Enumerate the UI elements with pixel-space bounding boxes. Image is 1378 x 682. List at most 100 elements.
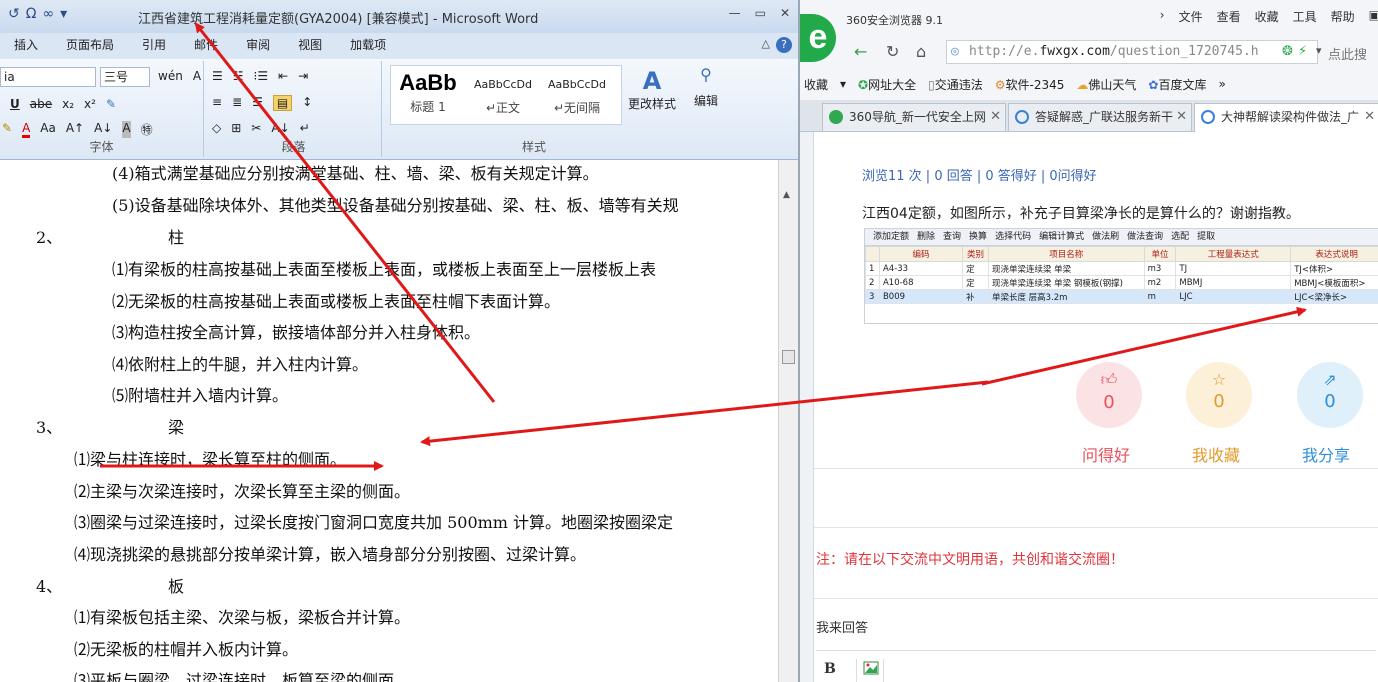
divider (814, 527, 1378, 528)
increase-indent-icon[interactable]: ⇥ (298, 69, 308, 83)
tab-references[interactable]: 引用 (128, 33, 180, 59)
chinese-layout-icon[interactable]: ✂ (251, 121, 261, 135)
refresh-icon[interactable]: ↻ (886, 42, 899, 61)
tab-360-nav[interactable]: 360导航_新一代安全上网 ✕ (822, 103, 1006, 131)
shrink-font-icon[interactable]: A↓ (94, 121, 112, 138)
bookmark-weather[interactable]: ☁佛山天气 (1076, 76, 1136, 93)
share-button[interactable]: ⇗ 0 (1297, 362, 1363, 428)
char-border-icon[interactable]: A (193, 69, 201, 83)
strikethrough-icon[interactable]: abe (30, 97, 52, 111)
subscript-icon[interactable]: x₂ (62, 97, 74, 111)
briefcase-icon[interactable]: ▣ (1369, 8, 1378, 25)
justify-icon[interactable]: ▤ (272, 95, 293, 111)
numbering-icon[interactable]: ☷ (233, 69, 244, 83)
enclose-char-icon[interactable]: ㊕ (141, 121, 153, 138)
tab-mailings[interactable]: 邮件 (180, 33, 232, 59)
font-size-select[interactable]: 三号 (100, 67, 150, 87)
menu-help[interactable]: 帮助 (1331, 8, 1355, 25)
line-spacing-icon[interactable]: ↕ (302, 95, 312, 111)
bookmark-dropdown-icon[interactable]: ▾ (840, 77, 846, 91)
style-heading1[interactable]: AaBb 标题 1 (395, 66, 461, 115)
help-icon[interactable]: ? (776, 37, 792, 53)
minimize-button[interactable]: — (729, 6, 741, 20)
menu-chevron-icon[interactable]: › (1160, 8, 1165, 25)
bookmark-traffic[interactable]: ▯交通违法 (928, 76, 983, 93)
font-name-select[interactable]: ia (0, 67, 96, 87)
scroll-up-icon[interactable]: ▲ (783, 190, 790, 200)
change-case-icon[interactable]: Aa (40, 121, 56, 138)
vertical-scrollbar[interactable]: ▲ (778, 160, 798, 682)
favorite-button[interactable]: ☆ 0 (1186, 362, 1252, 428)
more-bookmarks-icon[interactable]: » (1218, 77, 1225, 91)
bookmark-label: 网址大全 (868, 77, 917, 92)
align-right-icon[interactable]: ☰ (252, 95, 263, 111)
address-bar[interactable]: ◎ http://e.fwxgx.com/question_1720745.h (946, 40, 1318, 64)
clear-format-icon[interactable]: ✎ (106, 97, 116, 111)
decrease-indent-icon[interactable]: ⇤ (278, 69, 288, 83)
align-center-icon[interactable]: ≣ (232, 95, 242, 111)
bullets-icon[interactable]: ☰ (212, 69, 223, 83)
tab-insert[interactable]: 插入 (0, 33, 52, 59)
font-color-icon[interactable]: A (22, 121, 31, 138)
close-tab-icon[interactable]: ✕ (990, 104, 1001, 130)
phonetic-guide-icon[interactable]: wén (158, 69, 183, 83)
customize-dropdown-icon[interactable]: ▾ (60, 6, 67, 22)
menu-file[interactable]: 文件 (1179, 8, 1203, 25)
share-label[interactable]: 我分享 (1302, 442, 1350, 466)
search-box[interactable]: 点此搜 (1328, 44, 1367, 63)
align-left-icon[interactable]: ≡ (212, 95, 222, 111)
menu-tools[interactable]: 工具 (1293, 8, 1317, 25)
star-icon: ☆ (1211, 370, 1227, 389)
col-header: 类别 (962, 246, 989, 262)
sort-icon[interactable]: A↓ (271, 121, 289, 135)
favorite-label[interactable]: 我收藏 (1192, 442, 1240, 466)
document-area[interactable]: (4)箱式满堂基础应分别按满堂基础、柱、墙、梁、板有关规定计算。 (5)设备基础… (0, 160, 778, 682)
compat-mode-icon[interactable]: ❂ (1282, 44, 1293, 59)
editing-button[interactable]: ⚲ 编辑 (690, 65, 722, 109)
borders-icon[interactable]: ⊞ (231, 121, 241, 135)
tab-review[interactable]: 审阅 (232, 33, 284, 59)
underline-icon[interactable]: U (10, 97, 20, 111)
close-tab-icon[interactable]: ✕ (1176, 104, 1187, 130)
address-dropdown-icon[interactable]: ▾ (1316, 44, 1322, 57)
ribbon-collapse-icon[interactable]: △ (762, 37, 770, 50)
style-normal[interactable]: AaBbCcDd ↵正文 (467, 66, 539, 116)
equation-icon[interactable]: ∞ (42, 6, 54, 22)
close-tab-icon[interactable]: ✕ (1364, 104, 1375, 130)
bookmark-favorites[interactable]: 收藏 (804, 76, 828, 93)
show-marks-icon[interactable]: ↵ (300, 121, 310, 135)
home-icon[interactable]: ⌂ (916, 42, 926, 61)
scroll-thumb[interactable] (782, 350, 795, 364)
multilevel-list-icon[interactable]: ⁝☰ (254, 69, 269, 83)
bold-button[interactable]: B (824, 661, 836, 677)
superscript-icon[interactable]: x² (84, 97, 96, 111)
tab-page-layout[interactable]: 页面布局 (52, 33, 128, 59)
tab-beam-question[interactable]: 大神帮解读梁构件做法_广 ✕ (1194, 103, 1378, 132)
menu-favorites[interactable]: 收藏 (1255, 8, 1279, 25)
tab-view[interactable]: 视图 (284, 33, 336, 59)
speed-mode-icon[interactable]: ⚡ (1298, 44, 1307, 59)
shading-icon[interactable]: ◇ (212, 121, 221, 135)
undo-icon[interactable]: ↺ (8, 6, 20, 22)
ask-good-button[interactable]: 👍︎ 0 (1076, 362, 1142, 428)
bookmark-software[interactable]: ⚙软件-2345 (995, 76, 1065, 93)
change-styles-button[interactable]: A 更改样式 (628, 67, 676, 112)
style-no-spacing[interactable]: AaBbCcDd ↵无间隔 (541, 66, 613, 116)
bookmark-baidu-wenku[interactable]: ✿百度文库 (1148, 76, 1206, 93)
highlight-color-icon[interactable]: ✎ (2, 121, 12, 138)
ask-good-label[interactable]: 问得好 (1082, 442, 1130, 466)
char-shading-icon[interactable]: A (122, 121, 131, 138)
restore-button[interactable]: ▭ (755, 6, 766, 20)
tab-glodon-qa[interactable]: 答疑解惑_广联达服务新干 ✕ (1008, 103, 1192, 131)
bookmark-url-directory[interactable]: ✪网址大全 (858, 76, 916, 93)
back-icon[interactable]: ← (854, 42, 867, 61)
insert-image-button[interactable] (856, 659, 884, 682)
menu-view[interactable]: 查看 (1217, 8, 1241, 25)
symbol-icon[interactable]: Ω (26, 6, 37, 22)
answer-heading: 我来回答 (816, 621, 869, 636)
close-button[interactable]: ✕ (780, 6, 790, 20)
grow-font-icon[interactable]: A↑ (66, 121, 84, 138)
doc-line: ⑵无梁板的柱帽并入板内计算。 (74, 640, 299, 659)
tab-addins[interactable]: 加载项 (336, 33, 400, 59)
question-screenshot: 添加定额 删除 查询 换算 选择代码 编辑计算式 做法刷 做法查询 选配 提取 … (864, 228, 1378, 324)
